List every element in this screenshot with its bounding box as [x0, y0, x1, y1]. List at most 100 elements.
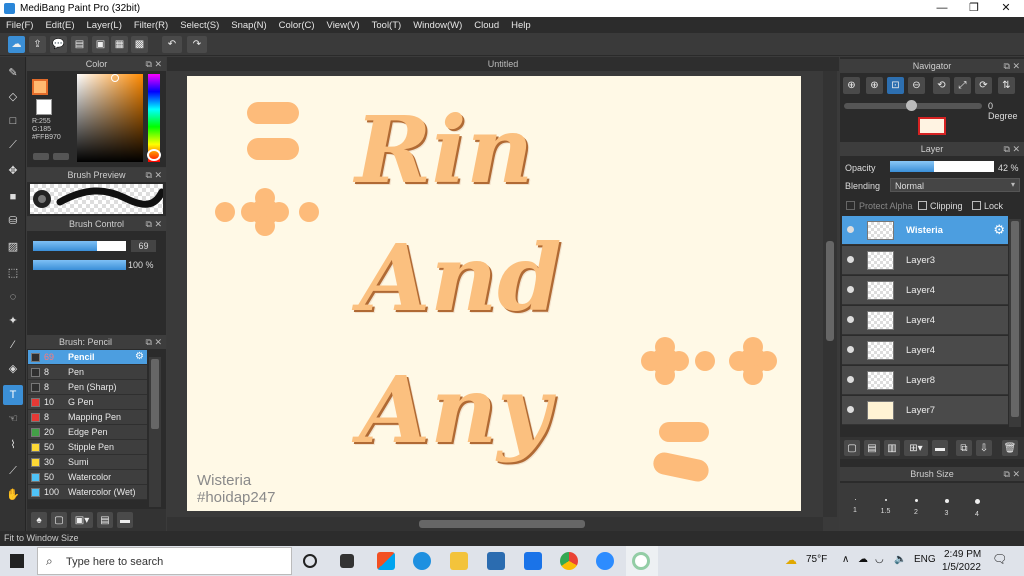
restore-button[interactable]: ❐: [958, 0, 990, 17]
brush-size-cell[interactable]: 1: [840, 487, 870, 527]
merge-layer-icon[interactable]: ⇩: [976, 440, 992, 456]
new-layer-icon[interactable]: ▢: [844, 440, 860, 456]
menu-item-6[interactable]: Color(C): [279, 20, 315, 31]
brush-item[interactable]: 20 Edge Pen: [28, 425, 147, 440]
menu-item-4[interactable]: Select(S): [180, 20, 219, 31]
mail-icon[interactable]: [524, 552, 542, 570]
task-view-icon[interactable]: [340, 554, 354, 568]
brush-tool-icon[interactable]: ✎: [3, 63, 23, 83]
menu-item-8[interactable]: Tool(T): [372, 20, 402, 31]
fit-window-icon[interactable]: ⊡: [887, 77, 904, 94]
microsoft-store-widget-icon[interactable]: [377, 552, 395, 570]
color-sv-picker[interactable]: [77, 74, 143, 162]
rotation-slider-handle[interactable]: [906, 100, 917, 111]
weather-temp[interactable]: 75°F: [806, 554, 827, 565]
brush-new-icon[interactable]: ▢: [51, 512, 67, 528]
hand-tool-icon[interactable]: ✋: [3, 485, 23, 505]
brush-size-slider[interactable]: [33, 241, 126, 251]
onedrive-icon[interactable]: ☁: [858, 554, 868, 565]
layer-item[interactable]: Layer7: [842, 396, 1008, 425]
panel-icon[interactable]: ▦: [111, 36, 128, 53]
rotate-left-icon[interactable]: ⟲: [933, 77, 950, 94]
menu-item-5[interactable]: Snap(N): [231, 20, 266, 31]
rotate-right-icon[interactable]: ⟳: [975, 77, 992, 94]
store-icon[interactable]: [487, 552, 505, 570]
brush-settings-icon[interactable]: ▤: [97, 512, 113, 528]
grid-icon[interactable]: ▩: [131, 36, 148, 53]
volume-icon[interactable]: 🔈: [894, 554, 906, 565]
bucket-tool-icon[interactable]: ⛁: [3, 211, 23, 231]
visibility-eye-icon[interactable]: [847, 376, 854, 383]
edge-browser-icon[interactable]: [413, 552, 431, 570]
chrome-icon[interactable]: [560, 552, 578, 570]
menu-item-2[interactable]: Layer(L): [87, 20, 122, 31]
brush-item[interactable]: 8 Pen: [28, 365, 147, 380]
color-swap-button[interactable]: [53, 153, 69, 160]
brush-size-cell[interactable]: 2: [901, 487, 931, 527]
add-layer-dropdown-icon[interactable]: ⊞▾: [904, 440, 928, 456]
move-tool-icon[interactable]: ✥: [3, 161, 23, 181]
brush-item[interactable]: 50 Stipple Pen: [28, 440, 147, 455]
panel-controls-icon[interactable]: ⧉ ✕: [146, 168, 162, 182]
navigator-thumbnail[interactable]: [918, 117, 946, 135]
eraser-tool-icon[interactable]: ◇: [3, 87, 23, 107]
brush-size-cell[interactable]: 1.5: [871, 487, 901, 527]
layer-item[interactable]: Wisteria ⚙: [842, 216, 1008, 245]
flip-icon[interactable]: ⤢: [954, 77, 971, 94]
menu-item-9[interactable]: Window(W): [413, 20, 462, 31]
divide-tool-icon[interactable]: ⟋: [3, 461, 23, 481]
clock-time[interactable]: 2:49 PM: [944, 549, 981, 560]
gear-icon[interactable]: ⚙: [993, 222, 1005, 238]
panel-controls-icon[interactable]: ⧉ ✕: [1004, 142, 1020, 156]
brush-item[interactable]: 8 Pen (Sharp): [28, 380, 147, 395]
canvas-vertical-scrollbar[interactable]: [823, 71, 837, 517]
comment-icon[interactable]: 💬: [50, 36, 67, 53]
visibility-eye-icon[interactable]: [847, 256, 854, 263]
dot-tool-icon[interactable]: □: [3, 111, 23, 131]
menu-item-0[interactable]: File(F): [6, 20, 33, 31]
panel-controls-icon[interactable]: ⧉ ✕: [1004, 467, 1020, 481]
hue-slider-handle[interactable]: [147, 149, 161, 161]
visibility-eye-icon[interactable]: [847, 316, 854, 323]
brush-size-value[interactable]: 69: [131, 240, 156, 252]
new-halftone-layer-icon[interactable]: ▤: [864, 440, 880, 456]
panel-controls-icon[interactable]: ⧉ ✕: [1004, 59, 1020, 73]
layer-item[interactable]: Layer4: [842, 276, 1008, 305]
tray-chevron-up-icon[interactable]: ∧: [842, 554, 849, 565]
magic-wand-tool-icon[interactable]: ✦: [3, 311, 23, 331]
windows-start-icon[interactable]: [10, 554, 24, 568]
zoom-app-icon[interactable]: [596, 552, 614, 570]
lock-checkbox[interactable]: [972, 201, 981, 210]
brush-folder-icon[interactable]: ▬: [117, 512, 133, 528]
layer-item[interactable]: Layer3: [842, 246, 1008, 275]
cloud-sync-icon[interactable]: ☁: [8, 36, 25, 53]
secondary-color-swatch[interactable]: [36, 99, 52, 115]
brush-item[interactable]: 50 Watercolor: [28, 470, 147, 485]
brush-item[interactable]: 10 G Pen: [28, 395, 147, 410]
brush-item[interactable]: 69 Pencil ⚙: [28, 350, 147, 365]
gradation-tool-icon[interactable]: ▨: [3, 237, 23, 257]
drawing-canvas[interactable]: Rin And Any Wisteria #hoidap247: [187, 76, 801, 511]
document-tab[interactable]: Untitled: [167, 57, 839, 71]
menu-item-7[interactable]: View(V): [327, 20, 360, 31]
brush-dropdown-icon[interactable]: ▣▾: [71, 512, 93, 528]
file-explorer-icon[interactable]: [450, 552, 468, 570]
brush-item[interactable]: 100 Watercolor (Wet): [28, 485, 147, 500]
visibility-eye-icon[interactable]: [847, 406, 854, 413]
brush-size-cell[interactable]: 4: [962, 487, 992, 527]
layer-list-scrollbar[interactable]: [1009, 219, 1021, 427]
layer-item[interactable]: Layer8: [842, 366, 1008, 395]
document-icon[interactable]: ▣: [92, 36, 109, 53]
brush-add-icon[interactable]: ♠: [31, 512, 47, 528]
brush-list-scrollbar[interactable]: [149, 357, 161, 507]
layer-scroll-thumb[interactable]: [1011, 221, 1019, 417]
panel-controls-icon[interactable]: ⧉ ✕: [146, 335, 162, 349]
notifications-icon[interactable]: 🗨: [992, 552, 1007, 566]
protect-alpha-checkbox[interactable]: [846, 201, 855, 210]
operation-tool-icon[interactable]: ☜: [3, 409, 23, 429]
menu-item-10[interactable]: Cloud: [474, 20, 499, 31]
minimize-button[interactable]: —: [926, 0, 958, 17]
layer-item[interactable]: Layer4: [842, 306, 1008, 335]
canvas-hscroll-thumb[interactable]: [419, 520, 585, 528]
share-icon[interactable]: ⇪: [29, 36, 46, 53]
